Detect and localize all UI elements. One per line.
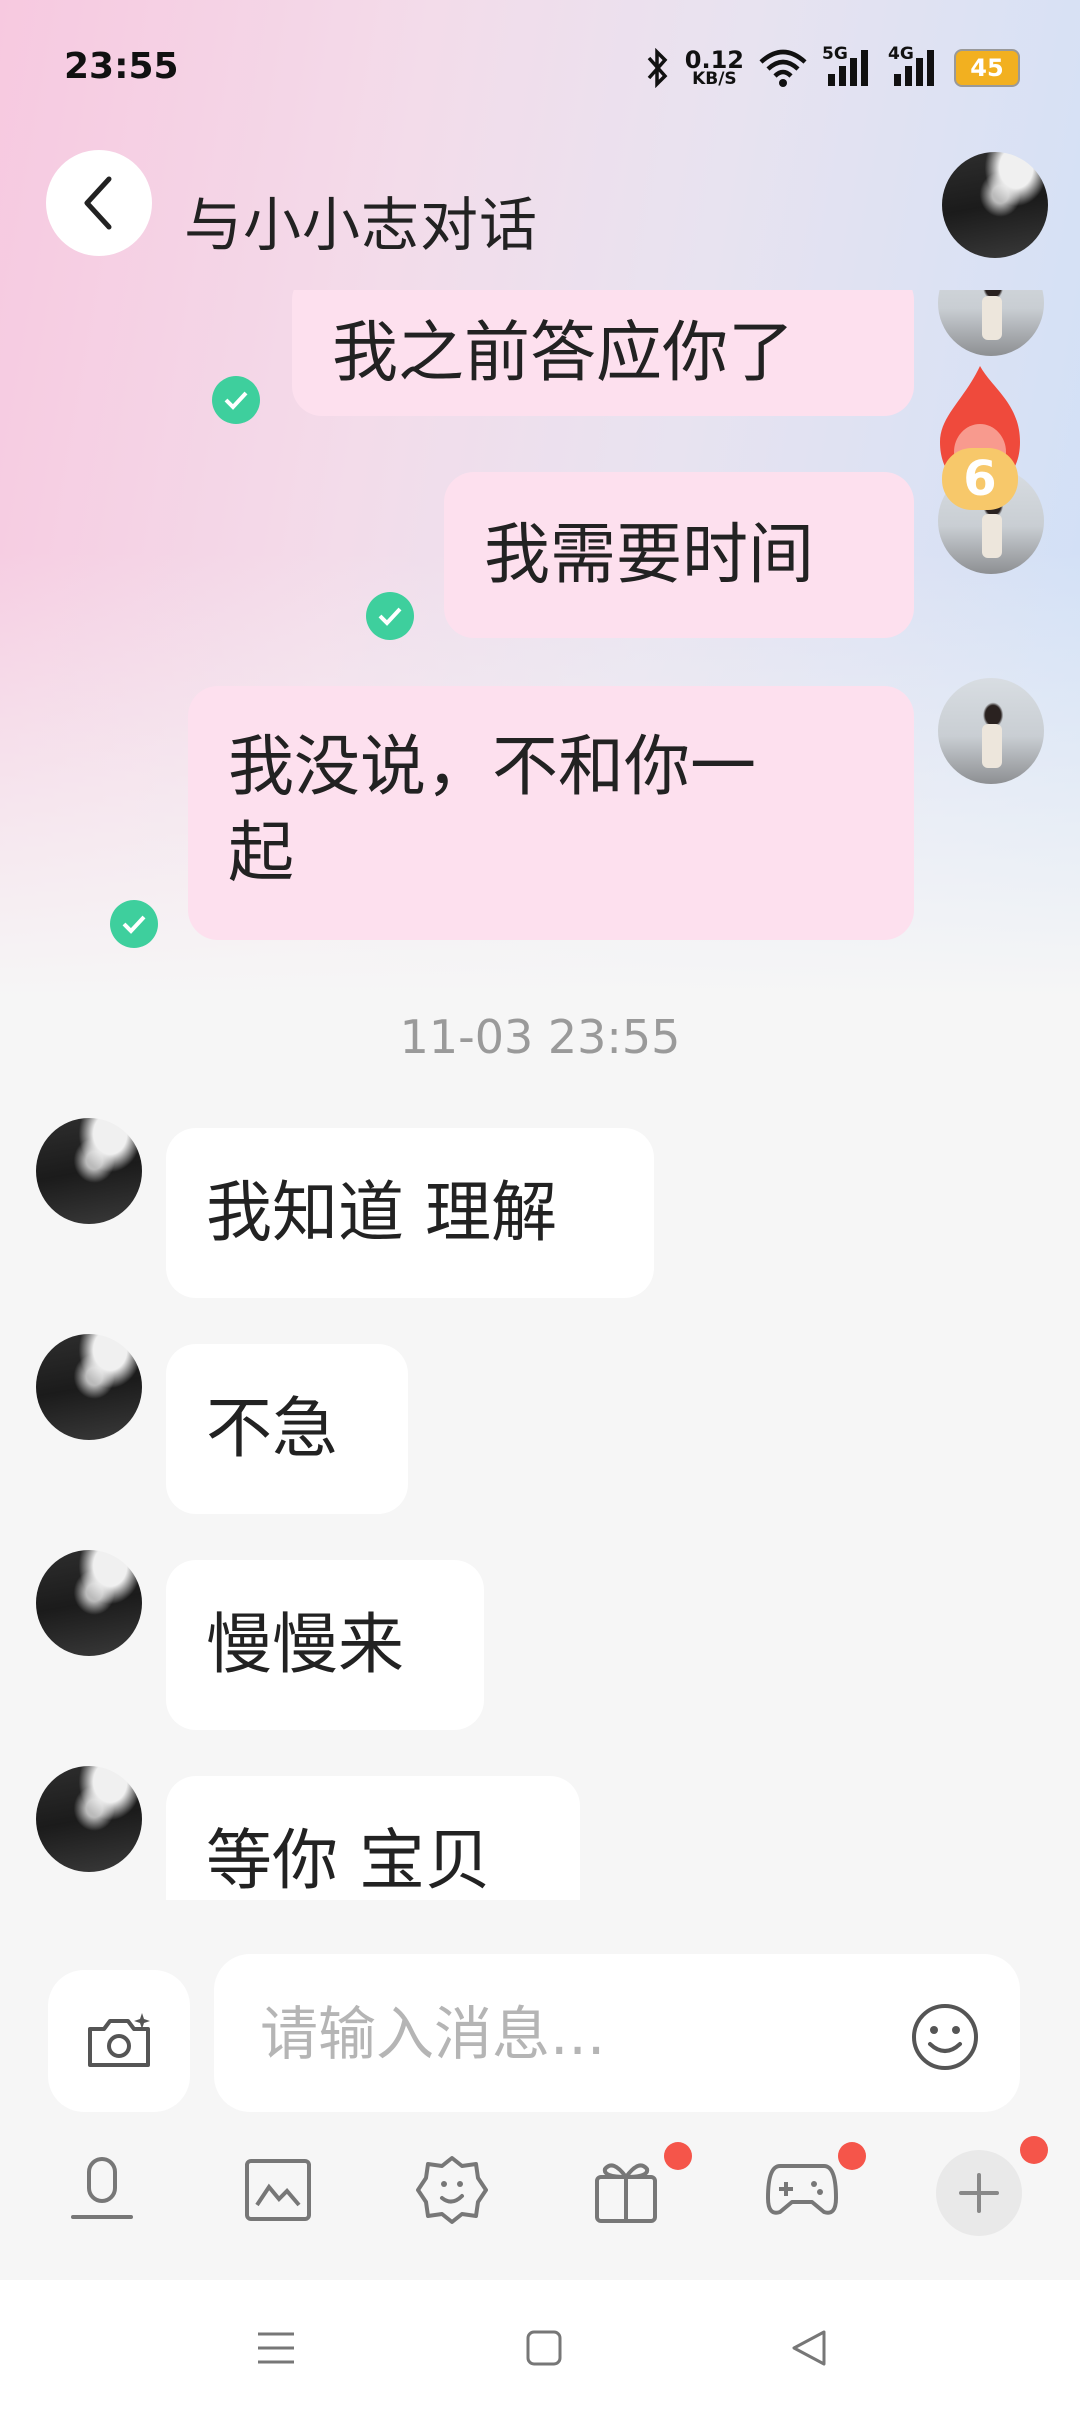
signal-bars-icon bbox=[828, 50, 868, 86]
status-icons: 0.12 KB/S 5G 4G 45 bbox=[645, 44, 1020, 92]
battery-indicator: 45 bbox=[954, 49, 1020, 87]
message-text: 不急 bbox=[206, 1390, 338, 1467]
signal-sim1: 5G bbox=[822, 44, 874, 88]
message-input-container bbox=[214, 1954, 1020, 2112]
camera-icon bbox=[88, 2013, 150, 2067]
contact-avatar[interactable] bbox=[942, 152, 1048, 258]
bluetooth-icon bbox=[647, 48, 668, 88]
message-text: 我知道 理解 bbox=[206, 1174, 557, 1251]
message-text: 我之前答应你了 bbox=[332, 314, 794, 391]
menu-icon[interactable] bbox=[256, 2328, 296, 2368]
image-button[interactable] bbox=[238, 2150, 318, 2230]
message-text: 我需要时间 bbox=[484, 516, 814, 593]
input-toolbar bbox=[0, 2136, 1080, 2270]
status-bar: 23:55 0.12 KB/S 5G 4G 45 bbox=[0, 0, 1080, 140]
message-list[interactable]: 我之前答应你了 我需要时间 我没说，不和你一 起 11-03 23:55 我知道… bbox=[0, 290, 1080, 1900]
system-nav-bar bbox=[0, 2280, 1080, 2412]
game-icon bbox=[766, 2164, 838, 2215]
read-check-icon bbox=[212, 376, 260, 424]
message-text-line1: 我没说，不和你一 bbox=[228, 728, 756, 805]
message-text: 等你 宝贝 bbox=[206, 1822, 491, 1899]
contact-avatar[interactable] bbox=[36, 1334, 142, 1440]
back-triangle-icon[interactable] bbox=[790, 2328, 830, 2368]
sticker-icon bbox=[416, 2156, 488, 2224]
message-bubble-outgoing[interactable]: 我没说，不和你一 起 bbox=[188, 686, 914, 940]
gift-icon bbox=[595, 2163, 657, 2223]
signal-bars-icon bbox=[894, 50, 934, 86]
more-button[interactable] bbox=[936, 2150, 1022, 2236]
contact-avatar[interactable] bbox=[36, 1766, 142, 1872]
read-check-icon bbox=[366, 592, 414, 640]
my-avatar[interactable] bbox=[938, 290, 1044, 356]
gift-notification-dot bbox=[664, 2142, 692, 2170]
message-input[interactable] bbox=[258, 1998, 882, 2070]
home-icon[interactable] bbox=[524, 2328, 564, 2368]
page-title: 与小小志对话 bbox=[184, 191, 539, 259]
signal-sim2: 4G bbox=[888, 44, 940, 88]
plus-icon bbox=[959, 2173, 999, 2213]
back-button[interactable] bbox=[46, 150, 152, 256]
message-bubble-incoming[interactable]: 慢慢来 bbox=[166, 1560, 484, 1730]
gift-button[interactable] bbox=[586, 2150, 666, 2230]
chevron-left-icon bbox=[84, 176, 112, 230]
contact-avatar[interactable] bbox=[36, 1118, 142, 1224]
game-button[interactable] bbox=[762, 2150, 842, 2230]
message-bubble-outgoing[interactable]: 我之前答应你了 bbox=[292, 290, 914, 416]
message-text-line2: 起 bbox=[228, 814, 294, 891]
net-speed-unit: KB/S bbox=[692, 68, 737, 89]
game-notification-dot bbox=[838, 2142, 866, 2170]
sticker-button[interactable] bbox=[412, 2150, 492, 2230]
read-check-icon bbox=[110, 900, 158, 948]
wifi-icon bbox=[759, 49, 807, 87]
more-notification-dot bbox=[1020, 2136, 1048, 2164]
message-text: 慢慢来 bbox=[206, 1606, 404, 1683]
mic-icon bbox=[71, 2157, 133, 2219]
my-avatar[interactable] bbox=[938, 678, 1044, 784]
net-speed-value: 0.12 bbox=[684, 45, 744, 74]
composer bbox=[0, 1930, 1080, 2112]
camera-button[interactable] bbox=[48, 1970, 190, 2112]
net-speed: 0.12 KB/S bbox=[684, 45, 744, 89]
emoji-icon[interactable] bbox=[910, 2002, 980, 2072]
message-bubble-outgoing[interactable]: 我需要时间 bbox=[444, 472, 914, 638]
streak-badge: 6 bbox=[942, 448, 1018, 510]
status-time: 23:55 bbox=[64, 46, 179, 87]
chat-header: 与小小志对话 bbox=[0, 140, 1080, 290]
battery-level: 45 bbox=[970, 54, 1004, 82]
message-bubble-incoming[interactable]: 我知道 理解 bbox=[166, 1128, 654, 1298]
message-bubble-incoming[interactable]: 等你 宝贝 bbox=[166, 1776, 580, 1900]
message-timestamp: 11-03 23:55 bbox=[399, 1010, 681, 1064]
image-icon bbox=[245, 2159, 311, 2221]
voice-button[interactable] bbox=[62, 2150, 142, 2230]
contact-avatar[interactable] bbox=[36, 1550, 142, 1656]
message-bubble-incoming[interactable]: 不急 bbox=[166, 1344, 408, 1514]
